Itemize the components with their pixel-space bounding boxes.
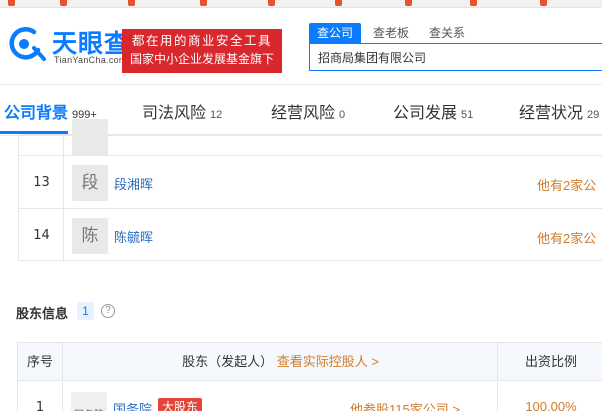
section-count-badge: 1: [77, 302, 94, 320]
slogan-banner[interactable]: 都在用的商业安全工具 国家中小企业发展基金旗下: [122, 29, 282, 73]
key-personnel-table: 13 段 段湘晖 他有2家公 14 陈 陈毓晖 他有2家公: [18, 119, 602, 261]
tab-label: 经营状况: [519, 105, 584, 122]
header-holder-label: 股东（发起人）: [182, 354, 274, 369]
related-companies-link[interactable]: 他有2家公: [537, 228, 596, 247]
browser-tab-strip: [0, 0, 602, 8]
tianyancha-logo-icon[interactable]: [4, 26, 48, 62]
tab-favicon: [540, 0, 547, 6]
related-companies-link[interactable]: 他有2家公: [537, 175, 596, 194]
tab-favicon: [405, 0, 412, 6]
search-tab-relation[interactable]: 查关系: [421, 23, 473, 43]
avatar: 段: [72, 165, 108, 201]
investment-ratio: 100.00%: [525, 399, 577, 411]
search-tab-company[interactable]: 查公司: [309, 23, 362, 43]
index-cell: [19, 135, 64, 155]
table-row: 1 国务院 国务院 大股东 他参股115家公司 > 100.00%: [18, 382, 602, 411]
table-header: 序号 股东（发起人） 查看实际控股人 > 出资比例: [18, 343, 602, 381]
tab-count: 29: [587, 109, 600, 121]
tab-count: 0: [339, 109, 346, 121]
tab-favicon: [8, 0, 15, 6]
tab-favicon: [335, 0, 342, 6]
table-row: 13 段 段湘晖 他有2家公: [19, 155, 602, 208]
help-icon[interactable]: ?: [101, 304, 115, 318]
search-tab-boss[interactable]: 查老板: [365, 23, 417, 43]
tab-favicon: [268, 0, 275, 6]
row-index: 13: [33, 175, 50, 190]
table-row: [19, 119, 602, 155]
tab-count: 12: [210, 109, 223, 121]
site-header: 天眼查 TianYanCha.com 都在用的商业安全工具 国家中小企业发展基金…: [0, 8, 602, 85]
row-index: 14: [33, 228, 50, 243]
table-row: 14 陈 陈毓晖 他有2家公: [19, 208, 602, 261]
tab-favicon: [128, 0, 135, 6]
tab-company-development[interactable]: 公司发展 51: [393, 99, 473, 123]
person-name-link[interactable]: 陈毓晖: [114, 227, 153, 246]
avatar: 陈: [72, 218, 108, 254]
row-index: 1: [18, 382, 63, 411]
section-title: 股东信息: [16, 306, 69, 321]
tab-favicon: [470, 0, 477, 6]
tab-label: 公司发展: [393, 105, 458, 122]
shareholder-name-link[interactable]: 国务院: [113, 399, 152, 411]
search-box: [309, 43, 602, 71]
header-holder: 股东（发起人） 查看实际控股人 >: [64, 343, 498, 381]
tab-label: 司法风险: [142, 105, 207, 122]
search-input[interactable]: [310, 44, 602, 70]
header-ratio: 出资比例: [524, 354, 577, 369]
holdings-link[interactable]: 他参股115家公司 >: [350, 399, 460, 411]
header-index: 序号: [18, 343, 63, 381]
tab-judicial-risk[interactable]: 司法风险 12: [142, 99, 222, 123]
slogan-line-2: 国家中小企业发展基金旗下: [129, 52, 274, 66]
person-name-link[interactable]: 段湘晖: [114, 174, 153, 193]
view-actual-controller-link[interactable]: 查看实际控股人 >: [277, 354, 379, 369]
tab-count: 51: [461, 109, 474, 121]
tab-label: 经营风险: [271, 105, 336, 122]
shareholder-table: 序号 股东（发起人） 查看实际控股人 > 出资比例 1 国务院 国务院 大股东 …: [17, 342, 602, 411]
search-tabs: 查公司 查老板 查关系: [309, 23, 477, 43]
logo-domain: TianYanCha.com: [54, 55, 127, 65]
avatar: [72, 119, 108, 155]
shareholder-logo: 国务院: [71, 392, 107, 411]
tab-favicon: [200, 0, 207, 6]
tab-operating-risk[interactable]: 经营风险 0: [271, 99, 345, 123]
slogan-line-1: 都在用的商业安全工具: [131, 34, 272, 48]
tab-operating-status[interactable]: 经营状况 29: [519, 99, 599, 123]
holder-cell: 国务院 国务院 大股东 他参股115家公司 >: [64, 382, 498, 411]
tab-favicon: [60, 0, 67, 6]
major-shareholder-badge: 大股东: [158, 398, 203, 411]
tab-label: 公司背景: [4, 105, 69, 122]
